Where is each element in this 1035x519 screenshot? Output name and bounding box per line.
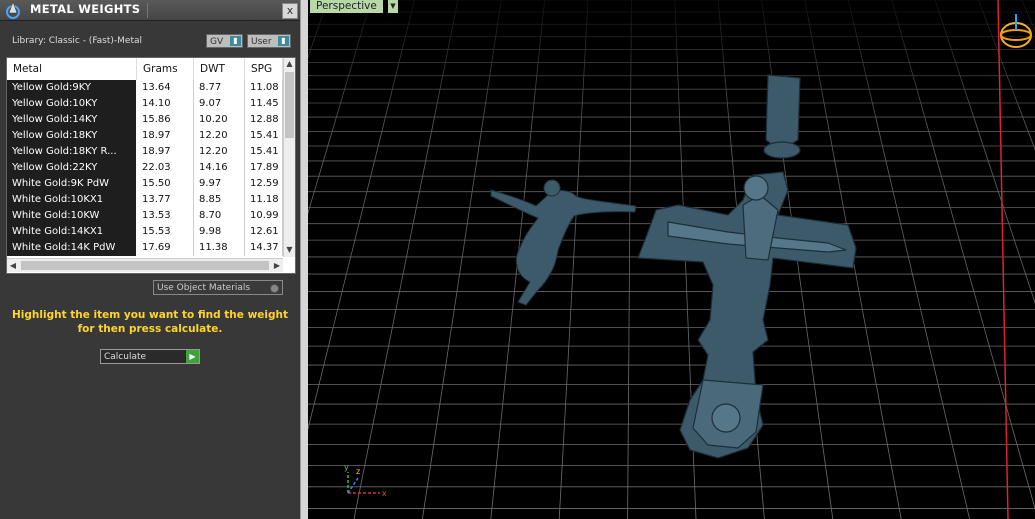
calculate-button[interactable]: Calculate ▶ xyxy=(100,349,200,364)
viewport-canvas: x y z xyxy=(308,0,1035,519)
instruction-line-2: for then press calculate. xyxy=(77,323,223,335)
scroll-left-icon[interactable]: ◀ xyxy=(7,259,19,272)
gv-dropdown[interactable]: GV ▮ xyxy=(206,34,243,48)
dwt-cell: 9.07 xyxy=(194,96,245,112)
go-arrow-icon: ▶ xyxy=(186,350,199,363)
spg-cell: 11.18 xyxy=(245,192,283,208)
grams-cell: 13.64 xyxy=(137,80,194,96)
gv-dropdown-label: GV xyxy=(210,37,224,47)
table-row[interactable]: White Gold:10KX1 13.77 8.85 11.18 xyxy=(7,192,283,208)
scroll-up-icon[interactable]: ▲ xyxy=(284,58,295,70)
grams-cell: 18.97 xyxy=(137,144,194,160)
grams-cell: 22.03 xyxy=(137,160,194,176)
table-row[interactable]: White Gold:10KW 13.53 8.70 10.99 xyxy=(7,208,283,224)
table-row[interactable]: Yellow Gold:14KY 15.86 10.20 12.88 xyxy=(7,112,283,128)
vertical-scrollbar[interactable]: ▲ ▼ xyxy=(283,58,295,257)
metal-name-cell: Yellow Gold:22KY xyxy=(7,160,137,176)
dwt-cell: 12.20 xyxy=(194,128,245,144)
dwt-cell: 8.77 xyxy=(194,80,245,96)
grams-cell: 15.50 xyxy=(137,176,194,192)
table-row[interactable]: White Gold:14K PdW 17.69 11.38 14.37 xyxy=(7,240,283,256)
dwt-cell: 11.38 xyxy=(194,240,245,256)
table-header: Metal Grams DWT SPG xyxy=(7,58,283,80)
dwt-cell: 10.20 xyxy=(194,112,245,128)
dwt-cell: 14.16 xyxy=(194,160,245,176)
perspective-viewport[interactable]: x y z Perspective ▼ xyxy=(308,0,1035,519)
close-icon[interactable]: x xyxy=(282,3,298,19)
grams-cell: 17.69 xyxy=(137,240,194,256)
metal-name-cell: White Gold:14K PdW xyxy=(7,240,137,256)
calculate-label: Calculate xyxy=(104,352,147,362)
metal-weights-panel: METAL WEIGHTS x Library: Classic - (Fast… xyxy=(0,0,300,519)
metal-name-cell: Yellow Gold:9KY xyxy=(7,80,137,96)
spg-cell: 10.99 xyxy=(245,208,283,224)
radio-icon xyxy=(270,284,279,293)
metal-name-cell: Yellow Gold:18KY xyxy=(7,128,137,144)
grams-cell: 13.53 xyxy=(137,208,194,224)
spg-cell: 15.41 xyxy=(245,128,283,144)
user-dropdown-label: User xyxy=(251,37,272,47)
table-row[interactable]: Yellow Gold:18KY 18.97 12.20 15.41 xyxy=(7,128,283,144)
table-row[interactable]: Yellow Gold:9KY 13.64 8.77 11.08 xyxy=(7,80,283,96)
use-object-materials-toggle[interactable]: Use Object Materials xyxy=(153,280,283,295)
column-header-metal[interactable]: Metal xyxy=(7,58,137,80)
viewport-label[interactable]: Perspective xyxy=(310,0,383,13)
metal-name-cell: White Gold:9K PdW xyxy=(7,176,137,192)
gizmo-y-label: y xyxy=(344,463,349,472)
gizmo-x-label: x xyxy=(382,489,387,498)
scroll-thumb[interactable] xyxy=(21,261,269,270)
table-row[interactable]: Yellow Gold:10KY 14.10 9.07 11.45 xyxy=(7,96,283,112)
spg-cell: 12.61 xyxy=(245,224,283,240)
dwt-cell: 12.20 xyxy=(194,144,245,160)
metal-name-cell: Yellow Gold:10KY xyxy=(7,96,137,112)
title-separator xyxy=(147,3,148,18)
panel-title-bar: METAL WEIGHTS x xyxy=(0,0,300,21)
metal-name-cell: White Gold:14KX1 xyxy=(7,224,137,240)
metal-name-cell: White Gold:10KX1 xyxy=(7,192,137,208)
column-header-grams[interactable]: Grams xyxy=(137,58,194,80)
chevron-down-icon[interactable]: ▼ xyxy=(388,0,398,13)
dropdown-icon: ▮ xyxy=(230,36,241,46)
scroll-down-icon[interactable]: ▼ xyxy=(284,244,295,256)
table-row[interactable]: White Gold:14KX1 15.53 9.98 12.61 xyxy=(7,224,283,240)
dropdown-icon: ▮ xyxy=(278,36,289,46)
column-header-spg[interactable]: SPG xyxy=(245,58,283,80)
use-object-materials-label: Use Object Materials xyxy=(157,283,251,293)
grams-cell: 14.10 xyxy=(137,96,194,112)
grams-cell: 15.53 xyxy=(137,224,194,240)
app-logo-icon xyxy=(6,1,20,19)
metal-name-cell: Yellow Gold:18KY R... xyxy=(7,144,137,160)
spg-cell: 15.41 xyxy=(245,144,283,160)
dwt-cell: 9.97 xyxy=(194,176,245,192)
table-row[interactable]: Yellow Gold:18KY R... 18.97 12.20 15.41 xyxy=(7,144,283,160)
library-label: Library: Classic - (Fast)-Metal xyxy=(12,36,143,46)
instruction-line-1: Highlight the item you want to find the … xyxy=(12,309,288,321)
spg-cell: 12.59 xyxy=(245,176,283,192)
dwt-cell: 9.98 xyxy=(194,224,245,240)
metal-table: Metal Grams DWT SPG Yellow Gold:9KY 13.64… xyxy=(6,57,296,274)
spg-cell: 11.08 xyxy=(245,80,283,96)
dwt-cell: 8.70 xyxy=(194,208,245,224)
horizontal-scrollbar[interactable]: ◀ ▶ xyxy=(7,258,283,272)
grams-cell: 18.97 xyxy=(137,128,194,144)
metal-name-cell: White Gold:10KW xyxy=(7,208,137,224)
panel-title: METAL WEIGHTS xyxy=(30,2,141,16)
table-row[interactable]: Yellow Gold:22KY 22.03 14.16 17.89 xyxy=(7,160,283,176)
dwt-cell: 8.85 xyxy=(194,192,245,208)
spg-cell: 17.89 xyxy=(245,160,283,176)
spg-cell: 11.45 xyxy=(245,96,283,112)
table-row[interactable]: White Gold:9K PdW 15.50 9.97 12.59 xyxy=(7,176,283,192)
user-dropdown[interactable]: User ▮ xyxy=(247,34,291,48)
spg-cell: 14.37 xyxy=(245,240,283,256)
metal-name-cell: Yellow Gold:14KY xyxy=(7,112,137,128)
grams-cell: 13.77 xyxy=(137,192,194,208)
scroll-right-icon[interactable]: ▶ xyxy=(271,259,283,272)
instruction-text: Highlight the item you want to find the … xyxy=(10,308,290,336)
spg-cell: 12.88 xyxy=(245,112,283,128)
column-header-dwt[interactable]: DWT xyxy=(194,58,245,80)
gizmo-z-label: z xyxy=(356,467,360,476)
scroll-thumb[interactable] xyxy=(285,72,294,138)
grams-cell: 15.86 xyxy=(137,112,194,128)
